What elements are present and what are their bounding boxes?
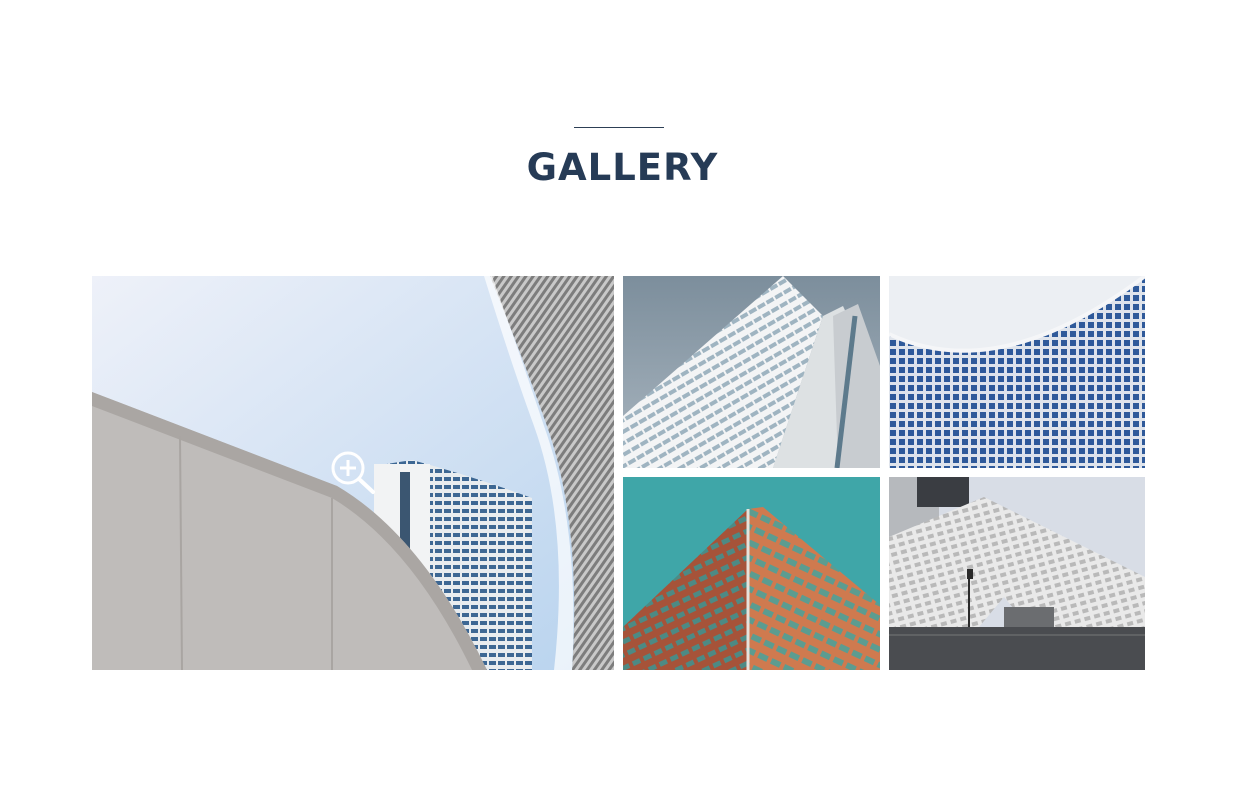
gallery-image-curved-tower-and-wall[interactable] — [92, 276, 614, 670]
gallery-image-orange-building-teal-sky[interactable] — [623, 477, 880, 670]
curved-glass-photo — [889, 276, 1145, 468]
gallery-image-white-honeycomb-museum[interactable] — [889, 477, 1145, 670]
gallery-section: GALLERY — [0, 0, 1245, 796]
gallery-title: GALLERY — [526, 146, 719, 189]
honeycomb-museum-photo — [889, 477, 1145, 670]
white-skyscraper-photo — [623, 276, 880, 468]
title-divider — [574, 127, 664, 128]
orange-building-photo — [623, 477, 880, 670]
gallery-image-white-skyscraper[interactable] — [623, 276, 880, 468]
gallery-image-curved-glass-facade[interactable] — [889, 276, 1145, 468]
curved-tower-photo — [92, 276, 614, 670]
